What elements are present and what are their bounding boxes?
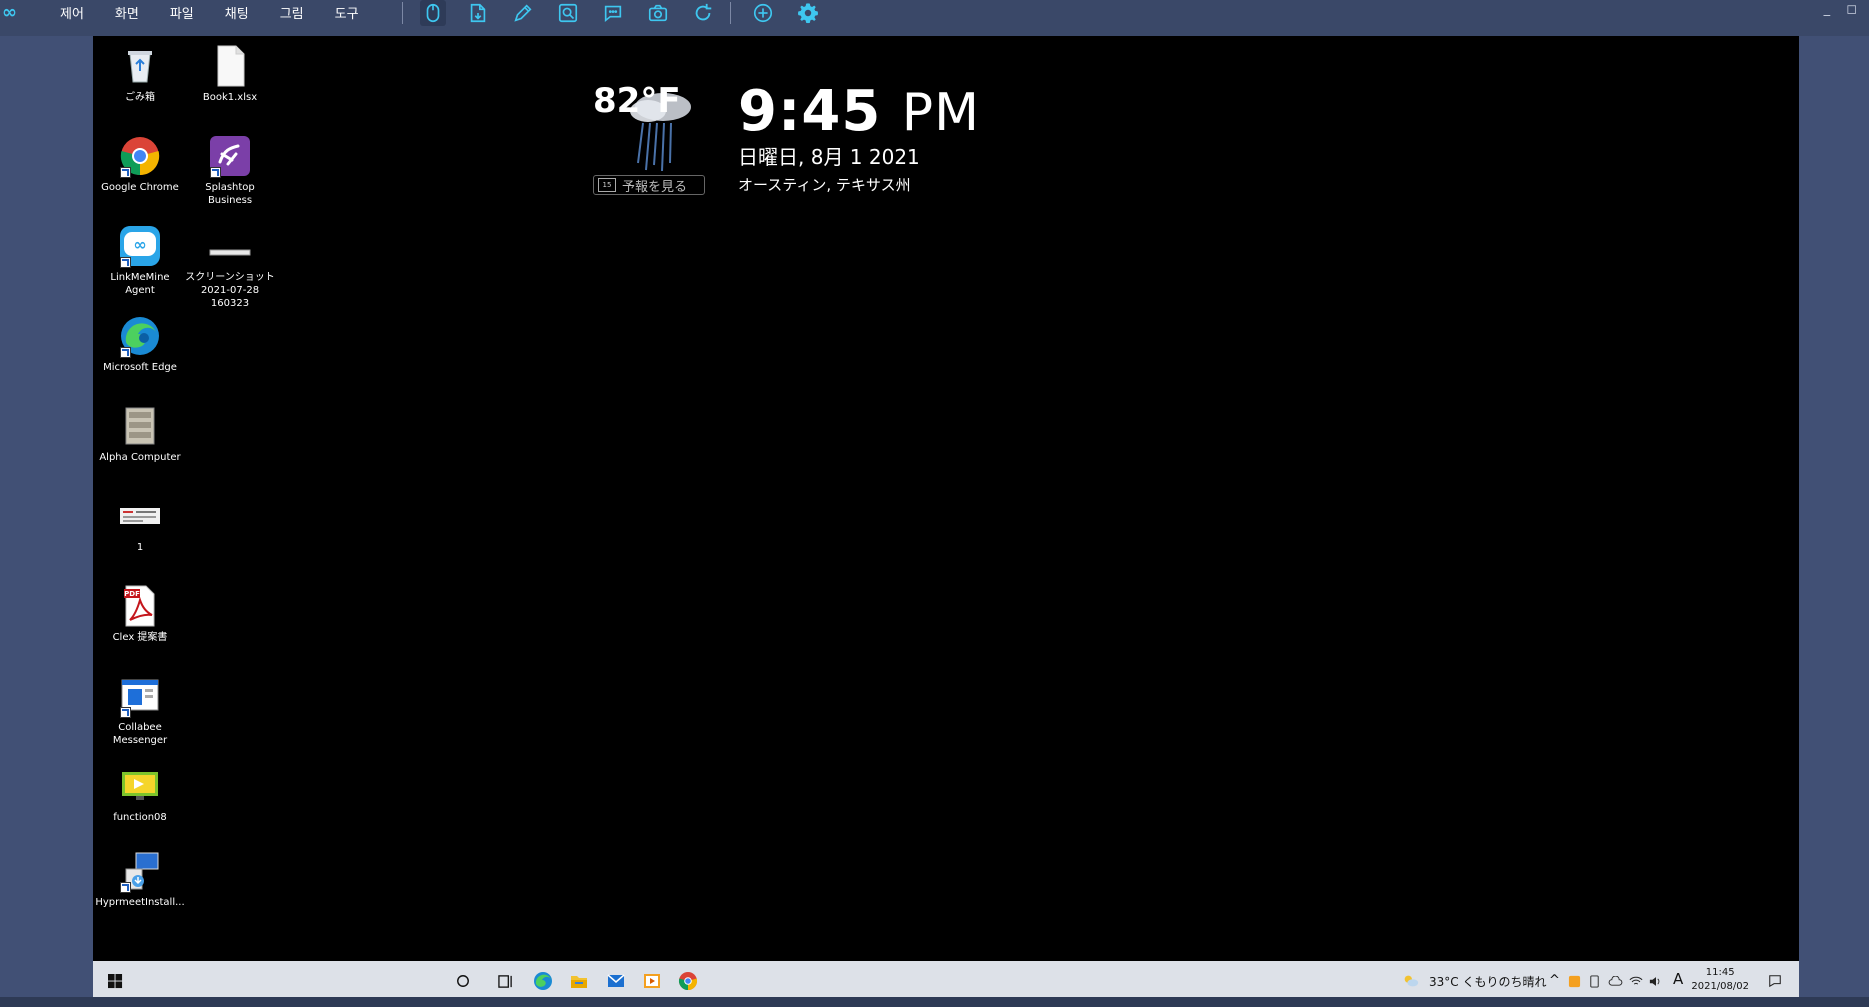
clock-location: オースティン, テキサス州	[738, 176, 911, 194]
search-circle-icon[interactable]	[451, 969, 475, 993]
add-circle-icon[interactable]	[750, 0, 776, 26]
alpha-computer-icon	[118, 404, 162, 448]
menu-screen[interactable]: 화면	[115, 3, 139, 22]
refresh-icon[interactable]	[690, 0, 716, 26]
desktop-icon-label: Clex 提案書	[112, 632, 168, 643]
image-file-icon	[118, 494, 162, 538]
edge-icon	[118, 314, 162, 358]
tray-clock-date: 2021/08/02	[1691, 981, 1749, 992]
wifi-icon[interactable]	[1628, 969, 1644, 993]
desktop-icon-label: LinkMeMine Agent	[110, 272, 170, 296]
mail-icon[interactable]	[604, 969, 628, 993]
window-controls[interactable]: _ ◻	[1824, 2, 1863, 17]
desktop-icon-label: Google Chrome	[101, 182, 179, 193]
forecast-label: 予報を見る	[622, 179, 688, 195]
desktop-icon-label: HyprmeetInstall...	[95, 897, 185, 908]
taskbar-edge-icon[interactable]	[531, 969, 555, 993]
tray-app-icon[interactable]	[1567, 969, 1581, 993]
windows-start-icon[interactable]	[103, 969, 127, 993]
chrome-icon	[118, 134, 162, 178]
desktop-icon-hyprmeet[interactable]: HyprmeetInstall...	[95, 849, 185, 909]
taskbar: 33°C くもりのち晴れ ^ A 11:45 2021/08/02	[93, 961, 1799, 1001]
camera-icon[interactable]	[645, 0, 671, 26]
desktop-icon-alpha-computer[interactable]: Alpha Computer	[95, 404, 185, 464]
chevron-up-icon[interactable]: ^	[1549, 973, 1560, 988]
file-explorer-icon[interactable]	[567, 969, 591, 993]
desktop-icon-label: Book1.xlsx	[202, 92, 258, 103]
gear-icon[interactable]	[795, 0, 821, 26]
notification-icon[interactable]	[1763, 969, 1787, 993]
status-bar	[0, 997, 1869, 1007]
clock-ampm: PM	[901, 83, 981, 143]
desktop-icon-label: Microsoft Edge	[103, 362, 177, 373]
app-logo-icon: ∞	[2, 2, 17, 23]
document-icon	[208, 44, 252, 88]
menu-file[interactable]: 파일	[170, 3, 194, 22]
taskbar-chrome-icon[interactable]	[676, 969, 700, 993]
tray-clock-time: 11:45	[1705, 967, 1735, 978]
desktop-icon-chrome[interactable]: Google Chrome	[95, 134, 185, 194]
image-search-icon[interactable]	[555, 0, 581, 26]
weather-widget: 82°F 15 予報を見る	[593, 81, 723, 201]
ime-indicator[interactable]: A	[1673, 970, 1683, 988]
desktop-icon-label: function08	[113, 812, 167, 823]
menu-tools[interactable]: 도구	[335, 3, 359, 22]
tray-weather-text[interactable]: 33°C くもりのち晴れ	[1429, 973, 1546, 990]
screenshot-file-icon	[208, 224, 252, 268]
chat-icon[interactable]	[600, 0, 626, 26]
svg-text:∞: ∞	[133, 235, 146, 254]
toolbar-separator	[402, 2, 403, 24]
desktop-icon-splashtop[interactable]: Splashtop Business	[185, 134, 275, 207]
recycle-bin-icon	[118, 44, 162, 88]
pen-icon[interactable]	[510, 0, 536, 26]
menu-bar: 제어 화면 파일 채팅 그림 도구	[60, 0, 390, 24]
temperature: 82°F	[593, 81, 681, 121]
desktop-icon-screenshot[interactable]: スクリーンショット 2021-07-28 160323	[185, 224, 275, 310]
linkmemine-icon: ∞	[118, 224, 162, 268]
desktop-icon-clex-pdf[interactable]: PDF Clex 提案書	[95, 584, 185, 644]
desktop-icon-label: ごみ箱	[125, 92, 155, 103]
desktop-icon-1[interactable]: 1	[95, 494, 185, 554]
video-icon	[118, 764, 162, 808]
file-transfer-icon[interactable]	[465, 0, 491, 26]
clock-widget: 9:45 PM 日曜日, 8月 1 2021 オースティン, テキサス州	[738, 80, 980, 195]
desktop-icon-label: Splashtop Business	[205, 182, 255, 206]
toolbar-separator	[730, 2, 731, 24]
desktop-icon-label: スクリーンショット 2021-07-28 160323	[185, 272, 275, 309]
menu-chat[interactable]: 채팅	[225, 3, 249, 22]
splashtop-icon	[208, 134, 252, 178]
tray-device-icon[interactable]	[1587, 969, 1601, 993]
weather-tray-icon[interactable]	[1399, 969, 1423, 993]
calendar-icon: 15	[598, 178, 616, 192]
svg-text:PDF: PDF	[124, 590, 140, 598]
collabee-icon	[118, 674, 162, 718]
speaker-icon[interactable]	[1648, 969, 1664, 993]
desktop-icon-label: Alpha Computer	[99, 452, 181, 463]
desktop-icon-label: Collabee Messenger	[112, 722, 168, 746]
desktop-icon-label: 1	[136, 542, 144, 553]
desktop-icon-collabee[interactable]: Collabee Messenger	[95, 674, 185, 747]
cloud-icon[interactable]	[1607, 969, 1623, 993]
desktop-icon-linkmemine[interactable]: ∞ LinkMeMine Agent	[95, 224, 185, 297]
forecast-button[interactable]: 15 予報を見る	[593, 175, 705, 195]
remote-desktop[interactable]: ごみ箱 Google Chrome ∞ LinkMeMine Agent Mic…	[93, 36, 1799, 1001]
desktop-icon-recycle-bin[interactable]: ごみ箱	[95, 44, 185, 104]
menu-draw[interactable]: 그림	[280, 3, 304, 22]
pdf-icon: PDF	[118, 584, 162, 628]
desktop-icon-edge[interactable]: Microsoft Edge	[95, 314, 185, 374]
tray-clock[interactable]: 11:45 2021/08/02	[1691, 966, 1749, 994]
desktop-icon-book1[interactable]: Book1.xlsx	[185, 44, 275, 104]
task-view-icon[interactable]	[493, 969, 517, 993]
clock-date: 日曜日, 8月 1 2021	[738, 145, 920, 169]
clock-time: 9:45	[738, 79, 882, 144]
menu-control[interactable]: 제어	[60, 3, 84, 22]
desktop-icon-function08[interactable]: function08	[95, 764, 185, 824]
media-player-icon[interactable]	[640, 969, 664, 993]
mouse-icon[interactable]	[420, 0, 446, 26]
installer-icon	[118, 849, 162, 893]
remote-toolbar: ∞ 제어 화면 파일 채팅 그림 도구 _ ◻	[0, 0, 1869, 36]
clock-time-row: 9:45 PM	[738, 80, 980, 145]
